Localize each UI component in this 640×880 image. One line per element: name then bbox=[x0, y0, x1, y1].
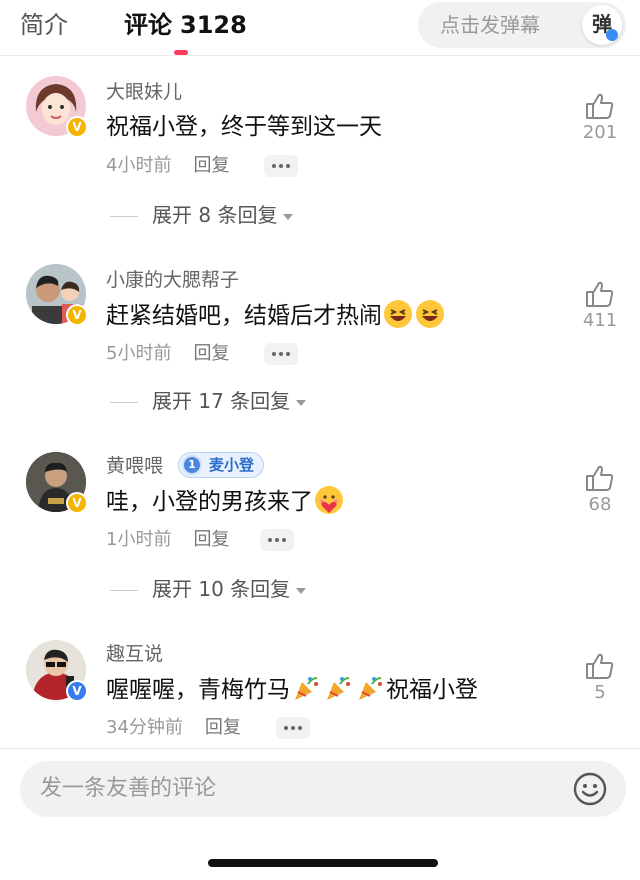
comment-text: 喔喔喔，青梅竹马 祝福小登 bbox=[106, 674, 478, 705]
comment-item: V 趣互说 喔喔喔，青梅竹马 祝福小登 34分钟前 回复 5 bbox=[0, 636, 640, 746]
reply-button[interactable]: 回复 bbox=[193, 529, 229, 550]
comment-username[interactable]: 小康的大腮帮子 bbox=[106, 268, 239, 292]
party-popper-emoji-icon bbox=[292, 674, 320, 702]
expand-replies-button[interactable]: 展开 10 条回复 bbox=[110, 576, 307, 602]
comment-meta: 5小时前 回复 bbox=[106, 342, 229, 366]
fan-club-name: 麦小登 bbox=[209, 456, 255, 474]
thumbs-up-icon bbox=[586, 281, 614, 307]
laugh-emoji-icon bbox=[384, 300, 412, 328]
active-tab-indicator bbox=[174, 50, 188, 55]
more-options-button[interactable] bbox=[260, 529, 294, 551]
divider-line bbox=[110, 216, 138, 217]
emoji-picker-icon[interactable] bbox=[572, 771, 608, 811]
fan-club-badge[interactable]: 1 麦小登 bbox=[178, 452, 264, 478]
home-indicator bbox=[208, 859, 438, 867]
caret-down-icon bbox=[283, 213, 294, 220]
like-button[interactable]: 5 bbox=[578, 652, 622, 704]
comment-text-part-2: 祝福小登 bbox=[386, 677, 478, 703]
comment-item: V 小康的大腮帮子 赶紧结婚吧，结婚后才热闹 5小时前 回复 展开 17 条回复 … bbox=[0, 260, 640, 430]
comment-text-part-1: 喔喔喔，青梅竹马 bbox=[106, 677, 290, 703]
like-count: 411 bbox=[582, 310, 618, 331]
danmaku-input[interactable]: 点击发弹幕 弹 bbox=[418, 2, 626, 48]
like-button[interactable]: 411 bbox=[578, 280, 622, 332]
tab-comments-label: 评论 bbox=[124, 11, 172, 39]
comment-time: 34分钟前 bbox=[106, 717, 183, 738]
danmaku-on-icon bbox=[606, 29, 618, 41]
party-popper-emoji-icon bbox=[356, 674, 384, 702]
comment-item: V 大眼妹儿 祝福小登，终于等到这一天 4小时前 回复 展开 8 条回复 201 bbox=[0, 72, 640, 242]
comment-text: 祝福小登，终于等到这一天 bbox=[106, 114, 382, 140]
like-button[interactable]: 201 bbox=[578, 92, 622, 144]
like-count: 201 bbox=[582, 122, 618, 143]
comment-username[interactable]: 大眼妹儿 bbox=[106, 80, 182, 104]
expand-replies-label: 展开 8 条回复 bbox=[152, 203, 278, 227]
comment-username[interactable]: 趣互说 bbox=[106, 642, 163, 666]
comment-time: 1小时前 bbox=[106, 529, 172, 550]
heart-hug-emoji-icon bbox=[315, 486, 343, 514]
comment-time: 5小时前 bbox=[106, 343, 172, 364]
like-button[interactable]: 68 bbox=[578, 464, 622, 516]
more-options-button[interactable] bbox=[264, 343, 298, 365]
comment-item: V 黄喂喂 1 麦小登 哇，小登的男孩来了 1小时前 回复 展开 10 条回复 6… bbox=[0, 448, 640, 618]
expand-replies-button[interactable]: 展开 17 条回复 bbox=[110, 388, 307, 414]
more-options-button[interactable] bbox=[264, 155, 298, 177]
comment-input[interactable]: 发一条友善的评论 bbox=[20, 761, 626, 817]
danmaku-placeholder: 点击发弹幕 bbox=[440, 13, 540, 37]
expand-replies-label: 展开 10 条回复 bbox=[152, 577, 291, 601]
verified-badge-icon: V bbox=[66, 680, 88, 702]
comment-text-body: 哇，小登的男孩来了 bbox=[106, 489, 313, 515]
thumbs-up-icon bbox=[586, 653, 614, 679]
thumbs-up-icon bbox=[586, 465, 614, 491]
comment-text: 赶紧结婚吧，结婚后才热闹 bbox=[106, 300, 446, 331]
comment-username[interactable]: 黄喂喂 bbox=[106, 454, 163, 478]
comment-input-bar: 发一条友善的评论 bbox=[0, 748, 640, 880]
thumbs-up-icon bbox=[586, 93, 614, 119]
verified-badge-icon: V bbox=[66, 304, 88, 326]
comment-text-body: 赶紧结婚吧，结婚后才热闹 bbox=[106, 303, 382, 329]
laugh-emoji-icon bbox=[416, 300, 444, 328]
verified-badge-icon: V bbox=[66, 116, 88, 138]
tab-intro[interactable]: 简介 bbox=[20, 10, 68, 40]
reply-button[interactable]: 回复 bbox=[205, 717, 241, 738]
expand-replies-button[interactable]: 展开 8 条回复 bbox=[110, 202, 294, 228]
like-count: 68 bbox=[588, 494, 612, 515]
top-tab-bar: 简介 评论 3128 点击发弹幕 弹 bbox=[0, 0, 640, 56]
reply-button[interactable]: 回复 bbox=[193, 155, 229, 176]
caret-down-icon bbox=[296, 587, 307, 594]
divider-line bbox=[110, 402, 138, 403]
comment-meta: 4小时前 回复 bbox=[106, 154, 229, 178]
verified-badge-icon: V bbox=[66, 492, 88, 514]
comment-meta: 1小时前 回复 bbox=[106, 528, 229, 552]
party-popper-emoji-icon bbox=[324, 674, 352, 702]
danmaku-toggle-button[interactable]: 弹 bbox=[582, 5, 622, 45]
comment-count: 3128 bbox=[180, 11, 247, 39]
fan-level-badge: 1 bbox=[182, 455, 202, 475]
reply-button[interactable]: 回复 bbox=[193, 343, 229, 364]
comment-text: 哇，小登的男孩来了 bbox=[106, 486, 345, 517]
expand-replies-label: 展开 17 条回复 bbox=[152, 389, 291, 413]
comment-meta: 34分钟前 回复 bbox=[106, 716, 241, 740]
like-count: 5 bbox=[594, 682, 606, 703]
more-options-button[interactable] bbox=[276, 717, 310, 739]
comment-time: 4小时前 bbox=[106, 155, 172, 176]
tab-comments[interactable]: 评论 3128 bbox=[124, 10, 247, 40]
caret-down-icon bbox=[296, 399, 307, 406]
comment-input-placeholder: 发一条友善的评论 bbox=[40, 776, 217, 801]
divider-line bbox=[110, 590, 138, 591]
